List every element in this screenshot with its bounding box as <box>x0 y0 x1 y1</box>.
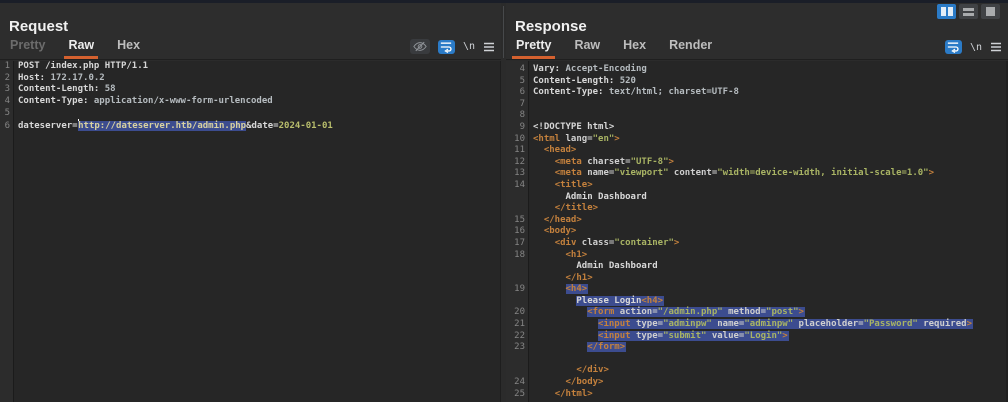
code-line: 12 <meta charset="UTF-8"> <box>506 157 1006 169</box>
code-line: 18 <h1> <box>506 250 1006 262</box>
request-tab-icons: \n <box>410 39 495 54</box>
tab-pretty[interactable]: Pretty <box>513 34 554 59</box>
columns-layout-icon[interactable] <box>937 4 956 19</box>
newline-chars-icon[interactable]: \n <box>463 41 475 52</box>
code-line: Please Login<h4> <box>506 296 1006 308</box>
tab-raw[interactable]: Raw <box>65 34 97 59</box>
code-line: 7 <box>506 99 1006 111</box>
code-line: </div> <box>506 365 1006 377</box>
code-line: 6dateserver=http://dateserver.htb/admin.… <box>0 119 500 131</box>
request-code: 1POST /index.php HTTP/1.12Host: 172.17.0… <box>0 61 500 131</box>
tab-pretty[interactable]: Pretty <box>7 34 48 59</box>
tab-raw[interactable]: Raw <box>571 34 603 59</box>
code-line: 24 </body> <box>506 377 1006 389</box>
code-line: 10<html lang="en"> <box>506 134 1006 146</box>
response-tab-icons: \n <box>945 40 1002 54</box>
tab-hex[interactable]: Hex <box>114 34 143 59</box>
code-line: 1POST /index.php HTTP/1.1 <box>0 61 500 73</box>
code-line: 22 <input type="submit" value="Login"> <box>506 331 1006 343</box>
code-line: 16 <body> <box>506 226 1006 238</box>
request-panel-header: Request Pretty Raw Hex \n <box>0 3 501 60</box>
tab-render[interactable]: Render <box>666 34 715 59</box>
code-line: 21 <input type="adminpw" name="adminpw" … <box>506 319 1006 331</box>
rows-layout-icon[interactable] <box>959 4 978 19</box>
code-line: 5Content-Length: 520 <box>506 76 1006 88</box>
code-line: 5 <box>0 108 500 120</box>
code-line: 19 <h4> <box>506 284 1006 296</box>
wrap-lines-icon[interactable] <box>438 40 455 54</box>
request-panel-title: Request <box>9 18 68 35</box>
editor-menu-icon[interactable] <box>483 42 495 52</box>
code-line: Admin Dashboard <box>506 261 1006 273</box>
request-tab-bar: Pretty Raw Hex <box>7 34 160 59</box>
code-line: 8 <box>506 110 1006 122</box>
editor-menu-icon[interactable] <box>990 42 1002 52</box>
code-line: 3Content-Length: 58 <box>0 84 500 96</box>
visibility-off-icon[interactable] <box>410 39 430 54</box>
newline-chars-icon[interactable]: \n <box>970 42 982 53</box>
code-line <box>506 354 1006 366</box>
code-line: 23 </form> <box>506 342 1006 354</box>
code-line: 4Vary: Accept-Encoding <box>506 64 1006 76</box>
response-code: 34Vary: Accept-Encoding5Content-Length: … <box>506 61 1006 400</box>
request-editor[interactable]: 1POST /index.php HTTP/1.12Host: 172.17.0… <box>0 61 501 402</box>
code-line: 14 <title> <box>506 180 1006 192</box>
code-line: 20 <form action="/admin.php" method="pos… <box>506 307 1006 319</box>
code-line: 15 </head> <box>506 215 1006 227</box>
panel-divider <box>503 6 504 58</box>
code-line: 9<!DOCTYPE html> <box>506 122 1006 134</box>
single-layout-icon[interactable] <box>981 4 1000 19</box>
code-line: </h1> <box>506 273 1006 285</box>
code-line: 13 <meta name="viewport" content="width=… <box>506 168 1006 180</box>
code-line: 25 </html> <box>506 389 1006 401</box>
request-panel: Request Pretty Raw Hex \n <box>0 3 501 402</box>
code-line: 2Host: 172.17.0.2 <box>0 73 500 85</box>
response-editor[interactable]: 34Vary: Accept-Encoding5Content-Length: … <box>506 61 1008 402</box>
code-line: 4Content-Type: application/x-www-form-ur… <box>0 96 500 108</box>
code-line: 6Content-Type: text/html; charset=UTF-8 <box>506 87 1006 99</box>
wrap-lines-icon[interactable] <box>945 40 962 54</box>
layout-switcher <box>937 4 1000 19</box>
code-line: 17 <div class="container"> <box>506 238 1006 250</box>
response-panel: Response Pretty Raw Hex Render \n 34Vary: A… <box>506 3 1008 402</box>
response-tab-bar: Pretty Raw Hex Render <box>513 34 732 59</box>
code-line: Admin Dashboard <box>506 192 1006 204</box>
code-line: 11 <head> <box>506 145 1006 157</box>
response-panel-header: Response Pretty Raw Hex Render \n <box>506 3 1008 60</box>
tab-hex[interactable]: Hex <box>620 34 649 59</box>
code-line: </title> <box>506 203 1006 215</box>
response-panel-title: Response <box>515 18 587 35</box>
